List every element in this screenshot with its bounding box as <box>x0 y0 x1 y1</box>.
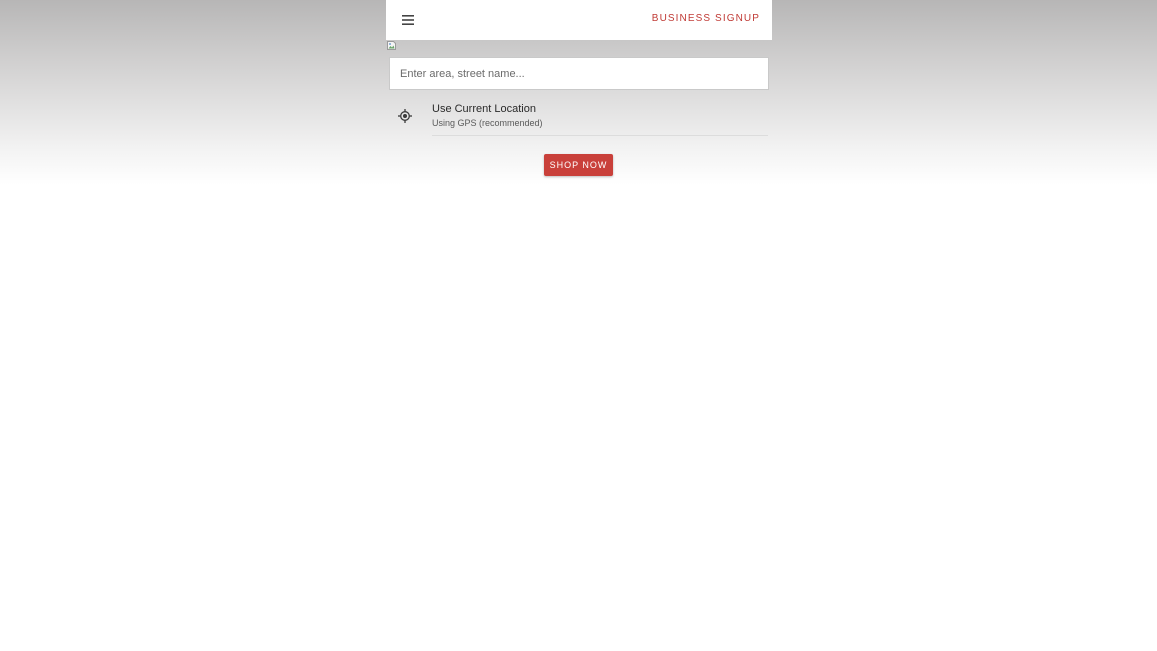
search-box <box>389 57 769 90</box>
search-input[interactable] <box>390 58 768 89</box>
use-current-location-item[interactable]: Use Current Location Using GPS (recommen… <box>386 96 772 136</box>
gps-target-icon <box>398 109 412 123</box>
menu-button[interactable] <box>394 6 422 34</box>
current-location-title: Use Current Location <box>432 103 536 115</box>
current-location-subtitle: Using GPS (recommended) <box>432 118 543 128</box>
business-signup-link[interactable]: Business Signup <box>652 13 760 24</box>
broken-image-icon <box>387 41 396 50</box>
shop-now-button[interactable]: Shop Now <box>544 154 613 176</box>
divider <box>432 135 768 136</box>
app-column: Business Signup Use Current Location Usi… <box>386 0 772 651</box>
top-bar: Business Signup <box>386 0 772 40</box>
menu-icon <box>402 15 414 25</box>
